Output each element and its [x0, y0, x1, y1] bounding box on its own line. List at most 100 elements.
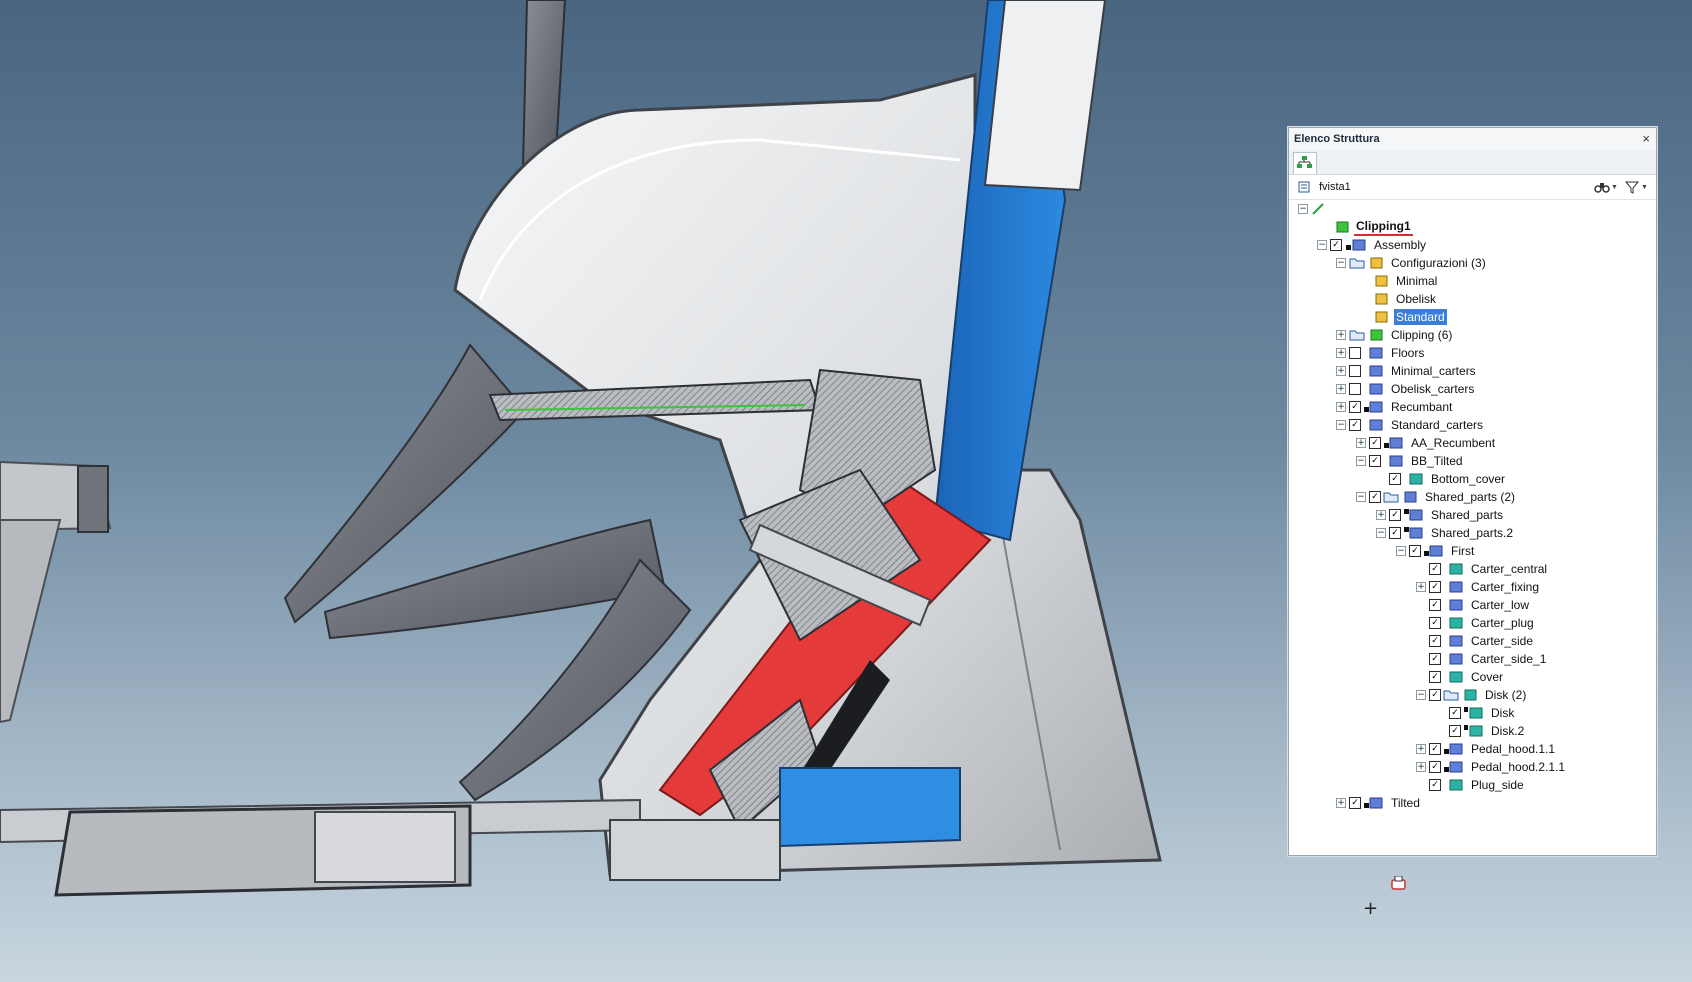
visibility-checkbox[interactable]: ✓	[1369, 437, 1381, 449]
structure-tree: − Clipping1 − ✓ Assembly − Configurazion…	[1290, 200, 1655, 850]
visibility-checkbox[interactable]: ✓	[1429, 581, 1441, 593]
tree-item[interactable]: Minimal	[1374, 272, 1439, 290]
tree-item[interactable]: ✓ Cover	[1416, 668, 1505, 686]
tree-item[interactable]: ✓ Disk.2	[1436, 722, 1526, 740]
visibility-checkbox[interactable]: ✓	[1349, 797, 1361, 809]
expand-icon[interactable]: +	[1336, 330, 1346, 340]
expand-icon[interactable]: +	[1336, 384, 1346, 394]
tree-item[interactable]: − ✓ Shared_parts (2)	[1356, 488, 1517, 506]
tree-root[interactable]: −	[1298, 200, 1329, 218]
collapse-icon[interactable]: −	[1298, 204, 1308, 214]
tree-item[interactable]: + ✓ Shared_parts	[1376, 506, 1505, 524]
expand-icon[interactable]: +	[1356, 438, 1366, 448]
visibility-checkbox[interactable]: ✓	[1429, 689, 1441, 701]
visibility-checkbox[interactable]: ✓	[1429, 779, 1441, 791]
visibility-checkbox[interactable]: ✓	[1369, 455, 1381, 467]
visibility-checkbox[interactable]: ✓	[1429, 761, 1441, 773]
visibility-checkbox[interactable]: ✓	[1409, 545, 1421, 557]
collapse-icon[interactable]: −	[1376, 528, 1386, 538]
tree-item[interactable]: + Minimal_carters	[1336, 362, 1478, 380]
visibility-checkbox[interactable]: ✓	[1389, 527, 1401, 539]
tree-item[interactable]: ✓ Carter_side	[1416, 632, 1535, 650]
visibility-checkbox[interactable]	[1349, 347, 1361, 359]
expand-icon[interactable]: +	[1416, 762, 1426, 772]
close-icon[interactable]: ×	[1642, 131, 1650, 146]
tree-item[interactable]: − ✓ Disk (2)	[1416, 686, 1528, 704]
tree-item[interactable]: ✓ Carter_plug	[1416, 614, 1536, 632]
tree-item[interactable]: + Floors	[1336, 344, 1426, 362]
collapse-icon[interactable]: −	[1416, 690, 1426, 700]
visibility-checkbox[interactable]: ✓	[1429, 563, 1441, 575]
tree-item-label: Clipping (6)	[1391, 328, 1453, 342]
visibility-checkbox[interactable]: ✓	[1429, 653, 1441, 665]
part-icon	[1449, 563, 1463, 575]
visibility-checkbox[interactable]: ✓	[1330, 239, 1342, 251]
tree-item-label: Shared_parts	[1431, 508, 1504, 522]
tree-item[interactable]: + ✓ Pedal_hood.1.1	[1416, 740, 1557, 758]
visibility-checkbox[interactable]: ✓	[1389, 473, 1401, 485]
panel-tabs	[1289, 150, 1656, 175]
expand-icon[interactable]: +	[1336, 366, 1346, 376]
tree-item-label: Carter_plug	[1471, 616, 1534, 630]
visibility-checkbox[interactable]	[1349, 383, 1361, 395]
visibility-checkbox[interactable]	[1349, 365, 1361, 377]
tree-item[interactable]: − ✓ BB_Tilted	[1356, 452, 1465, 470]
tree-item[interactable]: + ✓ Recumbant	[1336, 398, 1454, 416]
tree-item[interactable]: − ✓ First	[1396, 542, 1476, 560]
expand-icon[interactable]: +	[1336, 402, 1346, 412]
tree-item[interactable]: Obelisk	[1374, 290, 1438, 308]
structure-panel: Elenco Struttura × fvista1 ▼ ▼ − Clippin…	[1288, 127, 1657, 856]
collapse-icon[interactable]: −	[1356, 456, 1366, 466]
visibility-checkbox[interactable]: ✓	[1429, 635, 1441, 647]
tree-item[interactable]: ✓ Carter_low	[1416, 596, 1531, 614]
visibility-checkbox[interactable]: ✓	[1389, 509, 1401, 521]
visibility-checkbox[interactable]: ✓	[1429, 743, 1441, 755]
tree-item[interactable]: + ✓ Pedal_hood.2.1.1	[1416, 758, 1567, 776]
visibility-checkbox[interactable]: ✓	[1349, 401, 1361, 413]
tree-item[interactable]: + ✓ Carter_fixing	[1416, 578, 1541, 596]
tree-item[interactable]: + Obelisk_carters	[1336, 380, 1476, 398]
collapse-icon[interactable]: −	[1336, 420, 1346, 430]
filter-icon[interactable]	[1625, 180, 1639, 194]
visibility-checkbox[interactable]: ✓	[1449, 725, 1461, 737]
filter-dropdown-icon[interactable]: ▼	[1641, 184, 1648, 191]
visibility-checkbox[interactable]: ✓	[1429, 599, 1441, 611]
collapse-icon[interactable]: −	[1396, 546, 1406, 556]
view-name: fvista1	[1319, 181, 1351, 193]
tab-structure[interactable]	[1293, 152, 1317, 174]
tree-item[interactable]: + ✓ AA_Recumbent	[1356, 434, 1497, 452]
collapse-icon[interactable]: −	[1336, 258, 1346, 268]
tree-item[interactable]: ✓ Carter_central	[1416, 560, 1549, 578]
view-document-icon	[1298, 181, 1310, 193]
tree-item[interactable]: ✓ Carter_side_1	[1416, 650, 1548, 668]
expand-icon[interactable]: +	[1416, 744, 1426, 754]
tree-item[interactable]: Clipping1	[1334, 218, 1413, 236]
visibility-checkbox[interactable]: ✓	[1349, 419, 1361, 431]
tree-item[interactable]: − ✓ Shared_parts.2	[1376, 524, 1515, 542]
expand-icon[interactable]: +	[1336, 348, 1346, 358]
tree-item-label: AA_Recumbent	[1411, 436, 1496, 450]
visibility-checkbox[interactable]: ✓	[1429, 671, 1441, 683]
tree-item[interactable]: ✓ Plug_side	[1416, 776, 1526, 794]
collapse-icon[interactable]: −	[1317, 240, 1327, 250]
binoculars-icon[interactable]	[1594, 180, 1610, 194]
visibility-checkbox[interactable]: ✓	[1369, 491, 1381, 503]
tree-item[interactable]: ✓ Bottom_cover	[1389, 470, 1507, 488]
tree-item[interactable]: − ✓ Standard_carters	[1336, 416, 1485, 434]
tree-item[interactable]: + ✓ Tilted	[1336, 794, 1422, 812]
expand-icon[interactable]: +	[1336, 798, 1346, 808]
collapse-icon[interactable]: −	[1356, 492, 1366, 502]
expand-icon[interactable]: +	[1416, 582, 1426, 592]
expand-icon[interactable]: +	[1376, 510, 1386, 520]
tree-item-label: Obelisk_carters	[1391, 382, 1475, 396]
assembly-icon	[1369, 347, 1383, 359]
tree-item[interactable]: Standard	[1374, 308, 1447, 326]
visibility-checkbox[interactable]: ✓	[1449, 707, 1461, 719]
tree-item[interactable]: + Clipping (6)	[1336, 326, 1454, 344]
binoculars-dropdown-icon[interactable]: ▼	[1611, 184, 1618, 191]
tree-item[interactable]: ✓ Disk	[1436, 704, 1516, 722]
tree-item[interactable]: − ✓ Assembly	[1317, 236, 1428, 254]
part-icon	[1449, 779, 1463, 791]
tree-item[interactable]: − Configurazioni (3)	[1336, 254, 1488, 272]
visibility-checkbox[interactable]: ✓	[1429, 617, 1441, 629]
